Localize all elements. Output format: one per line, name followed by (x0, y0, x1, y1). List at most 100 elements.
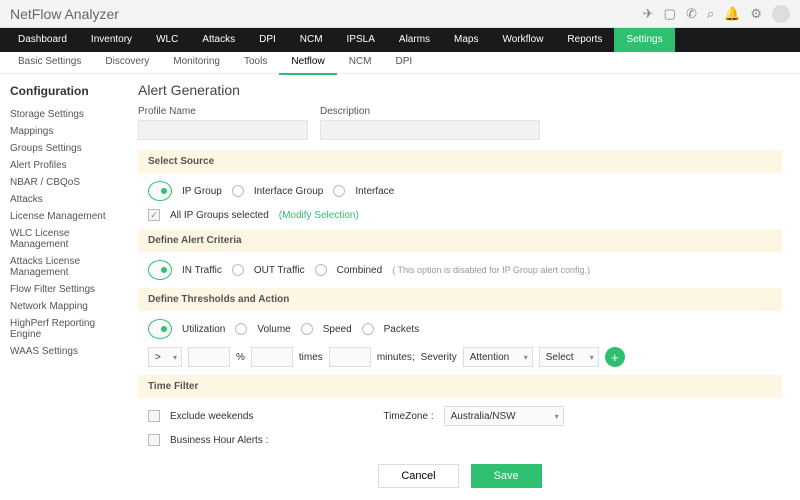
bell-icon[interactable]: 🔔 (724, 6, 740, 22)
subnav-monitoring[interactable]: Monitoring (161, 51, 232, 75)
radio-utilization[interactable] (148, 319, 172, 339)
primary-nav: DashboardInventoryWLCAttacksDPINCMIPSLAA… (0, 28, 800, 52)
time-filter-row-2: Business Hour Alerts : (138, 434, 782, 446)
sidebar-item[interactable]: HighPerf Reporting Engine (10, 315, 120, 343)
section-select-source: Select Source (138, 150, 782, 173)
sidebar-title: Configuration (10, 84, 120, 98)
headset-icon[interactable]: ✆ (686, 6, 697, 22)
nav-dpi[interactable]: DPI (247, 28, 288, 52)
rocket-icon[interactable]: ✈ (643, 6, 654, 22)
sidebar-item[interactable]: Attacks License Management (10, 253, 120, 281)
footer-buttons: Cancel Save (138, 454, 782, 500)
description-input[interactable] (320, 120, 540, 140)
business-hour-checkbox[interactable] (148, 434, 160, 446)
operator-select[interactable]: > (148, 347, 182, 367)
radio-label: Combined (337, 265, 383, 276)
sidebar-item[interactable]: Flow Filter Settings (10, 281, 120, 298)
subnav-basic-settings[interactable]: Basic Settings (6, 51, 93, 75)
nav-alarms[interactable]: Alarms (387, 28, 442, 52)
severity-select[interactable]: Attention (463, 347, 533, 367)
subnav-tools[interactable]: Tools (232, 51, 279, 75)
page-title: Alert Generation (138, 82, 782, 98)
cancel-button[interactable]: Cancel (378, 464, 458, 488)
all-ipgroups-checkbox[interactable]: ✓ (148, 209, 160, 221)
search-icon[interactable]: ⌕ (707, 6, 714, 22)
radio-label: IN Traffic (182, 265, 222, 276)
nav-dashboard[interactable]: Dashboard (6, 28, 79, 52)
monitor-icon[interactable]: ▢ (664, 6, 676, 22)
radio-ip-group[interactable] (148, 181, 172, 201)
sidebar-item[interactable]: Groups Settings (10, 140, 120, 157)
app-header: NetFlow Analyzer ✈ ▢ ✆ ⌕ 🔔 ⚙ (0, 0, 800, 28)
sidebar: Configuration Storage SettingsMappingsGr… (0, 74, 130, 500)
sidebar-item[interactable]: Alert Profiles (10, 157, 120, 174)
radio-label: IP Group (182, 186, 222, 197)
avatar[interactable] (772, 5, 790, 23)
radio-interface[interactable] (333, 185, 345, 197)
radio-in-traffic[interactable] (148, 260, 172, 280)
radio-label: Packets (384, 324, 420, 335)
sidebar-item[interactable]: WLC License Management (10, 225, 120, 253)
radio-label: Interface Group (254, 186, 323, 197)
section-time-filter: Time Filter (138, 375, 782, 398)
subnav-dpi[interactable]: DPI (383, 51, 424, 75)
percent-input[interactable] (188, 347, 230, 367)
radio-interface-group[interactable] (232, 185, 244, 197)
radio-packets[interactable] (362, 323, 374, 335)
nav-settings[interactable]: Settings (614, 28, 674, 52)
threshold-type-row: Utilization Volume Speed Packets (138, 319, 782, 339)
radio-combined[interactable] (315, 264, 327, 276)
times-input[interactable] (251, 347, 293, 367)
radio-volume[interactable] (235, 323, 247, 335)
nav-ncm[interactable]: NCM (288, 28, 335, 52)
gear-icon[interactable]: ⚙ (750, 6, 762, 22)
radio-label: Speed (323, 324, 352, 335)
criteria-radio-row: IN TrafficOUT TrafficCombined( This opti… (138, 260, 782, 280)
add-threshold-button[interactable]: + (605, 347, 625, 367)
sidebar-item[interactable]: Attacks (10, 191, 120, 208)
nav-inventory[interactable]: Inventory (79, 28, 144, 52)
nav-maps[interactable]: Maps (442, 28, 490, 52)
sidebar-item[interactable]: WAAS Settings (10, 343, 120, 360)
radio-speed[interactable] (301, 323, 313, 335)
timezone-select[interactable]: Australia/NSW (444, 406, 564, 426)
subnav-discovery[interactable]: Discovery (93, 51, 161, 75)
sidebar-item[interactable]: License Management (10, 208, 120, 225)
action-select[interactable]: Select (539, 347, 599, 367)
modify-selection-link[interactable]: (Modify Selection) (279, 210, 359, 221)
threshold-config-row: > % times minutes; Severity Attention Se… (138, 347, 782, 367)
nav-attacks[interactable]: Attacks (190, 28, 247, 52)
source-all-row: ✓ All IP Groups selected (Modify Selecti… (138, 209, 782, 221)
subnav-netflow[interactable]: Netflow (279, 51, 336, 75)
nav-workflow[interactable]: Workflow (490, 28, 555, 52)
minutes-unit: minutes; (377, 352, 415, 363)
severity-label: Severity (421, 352, 457, 363)
source-radio-row: IP GroupInterface GroupInterface (138, 181, 782, 201)
sidebar-item[interactable]: Network Mapping (10, 298, 120, 315)
description-label: Description (320, 106, 540, 117)
profile-name-input[interactable] (138, 120, 308, 140)
radio-label: Volume (257, 324, 290, 335)
percent-unit: % (236, 352, 245, 363)
save-button[interactable]: Save (471, 464, 542, 488)
secondary-nav: Basic SettingsDiscoveryMonitoringToolsNe… (0, 52, 800, 74)
times-unit: times (299, 352, 323, 363)
main-content: Alert Generation Profile Name Descriptio… (130, 74, 800, 500)
exclude-weekends-label: Exclude weekends (170, 411, 253, 422)
radio-label: Utilization (182, 324, 225, 335)
business-hour-label: Business Hour Alerts : (170, 435, 268, 446)
exclude-weekends-checkbox[interactable] (148, 410, 160, 422)
sidebar-item[interactable]: Mappings (10, 123, 120, 140)
nav-reports[interactable]: Reports (555, 28, 614, 52)
section-alert-criteria: Define Alert Criteria (138, 229, 782, 252)
header-icons: ✈ ▢ ✆ ⌕ 🔔 ⚙ (643, 5, 790, 23)
all-ipgroups-label: All IP Groups selected (170, 210, 269, 221)
subnav-ncm[interactable]: NCM (337, 51, 384, 75)
nav-ipsla[interactable]: IPSLA (335, 28, 387, 52)
radio-out-traffic[interactable] (232, 264, 244, 276)
minutes-input[interactable] (329, 347, 371, 367)
section-thresholds: Define Thresholds and Action (138, 288, 782, 311)
nav-wlc[interactable]: WLC (144, 28, 190, 52)
sidebar-item[interactable]: Storage Settings (10, 106, 120, 123)
sidebar-item[interactable]: NBAR / CBQoS (10, 174, 120, 191)
